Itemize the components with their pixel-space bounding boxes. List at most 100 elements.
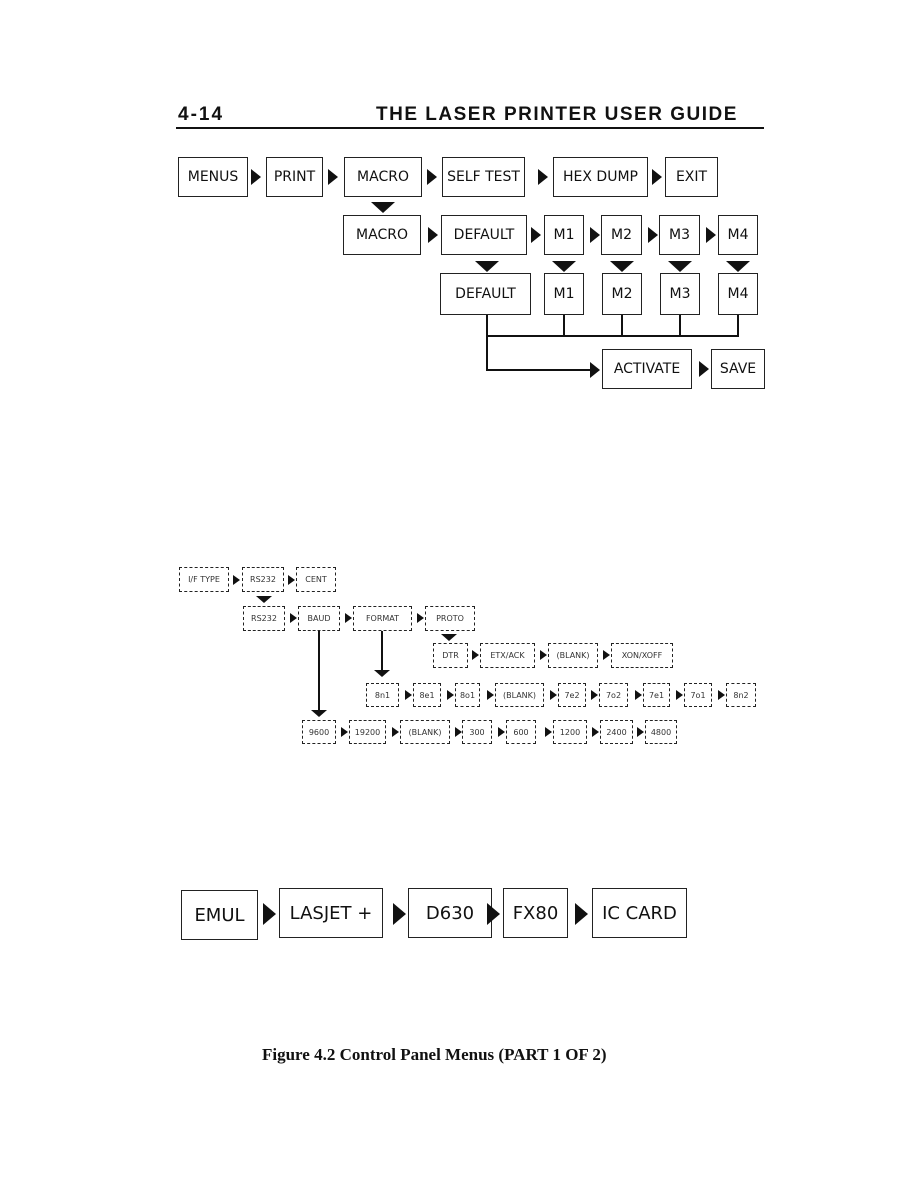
arrow-right-icon <box>328 169 338 185</box>
arrow-right-icon <box>590 227 600 243</box>
connector-line <box>381 631 383 671</box>
connector-line <box>486 315 488 370</box>
arrow-right-icon <box>575 903 588 925</box>
arrow-right-icon <box>447 690 454 700</box>
arrow-down-icon <box>374 670 390 677</box>
arrow-right-icon <box>487 903 500 925</box>
format-box-8o1: 8o1 <box>455 683 480 707</box>
menu-box-exit: EXIT <box>665 157 718 197</box>
connector-line <box>679 315 681 335</box>
format-box-7e1: 7e1 <box>643 683 670 707</box>
menu-box-print: PRINT <box>266 157 323 197</box>
arrow-right-icon <box>652 169 662 185</box>
menu-box-activate: ACTIVATE <box>602 349 692 389</box>
menu-box-default: DEFAULT <box>441 215 527 255</box>
menu-box-menus: MENUS <box>178 157 248 197</box>
arrow-right-icon <box>676 690 683 700</box>
arrow-right-icon <box>635 690 642 700</box>
arrow-right-icon <box>603 650 610 660</box>
page-number: 4-14 <box>178 104 225 125</box>
arrow-right-icon <box>591 690 598 700</box>
arrow-down-icon <box>441 634 457 641</box>
arrow-right-icon <box>540 650 547 660</box>
if-box-baud: BAUD <box>298 606 340 631</box>
menu-box-m3-activate: M3 <box>660 273 700 315</box>
format-box-7e2: 7e2 <box>558 683 586 707</box>
arrow-right-icon <box>417 613 424 623</box>
arrow-down-icon <box>256 596 272 603</box>
proto-box-blank: (BLANK) <box>548 643 598 668</box>
menu-box-macro: MACRO <box>344 157 422 197</box>
arrow-right-icon <box>699 361 709 377</box>
emul-box-d630: D630 <box>408 888 492 938</box>
arrow-right-icon <box>392 727 399 737</box>
proto-box-xon-xoff: XON/XOFF <box>611 643 673 668</box>
figure-caption: Figure 4.2 Control Panel Menus (PART 1 O… <box>262 1045 607 1064</box>
format-box-7o1: 7o1 <box>684 683 712 707</box>
connector-line <box>486 369 590 371</box>
emul-box-ic-card: IC CARD <box>592 888 687 938</box>
arrow-right-icon <box>290 613 297 623</box>
arrow-down-icon <box>610 261 634 272</box>
menu-box-m2-activate: M2 <box>602 273 642 315</box>
arrow-right-icon <box>455 727 462 737</box>
page-header-title: THE LASER PRINTER USER GUIDE <box>376 104 738 125</box>
arrow-right-icon <box>393 903 406 925</box>
emul-box-fx80: FX80 <box>503 888 568 938</box>
menu-box-m4: M4 <box>718 215 758 255</box>
menu-box-m3: M3 <box>659 215 700 255</box>
format-box-8n2: 8n2 <box>726 683 756 707</box>
connector-line <box>563 315 565 335</box>
menu-box-m1: M1 <box>544 215 584 255</box>
connector-line <box>737 315 739 335</box>
proto-box-dtr: DTR <box>433 643 468 668</box>
menu-box-m4-activate: M4 <box>718 273 758 315</box>
baud-box-1200: 1200 <box>553 720 587 744</box>
menu-box-m1-activate: M1 <box>544 273 584 315</box>
arrow-right-icon <box>706 227 716 243</box>
arrow-right-icon <box>288 575 295 585</box>
arrow-right-icon <box>538 169 548 185</box>
connector-line <box>621 315 623 335</box>
arrow-down-icon <box>726 261 750 272</box>
arrow-right-icon <box>405 690 412 700</box>
arrow-right-icon <box>718 690 725 700</box>
menu-box-save: SAVE <box>711 349 765 389</box>
menu-box-macro-sub: MACRO <box>343 215 421 255</box>
arrow-down-icon <box>552 261 576 272</box>
arrow-right-icon <box>592 727 599 737</box>
proto-box-etx-ack: ETX/ACK <box>480 643 535 668</box>
arrow-right-icon <box>531 227 541 243</box>
arrow-right-icon <box>498 727 505 737</box>
arrow-right-icon <box>345 613 352 623</box>
arrow-right-icon <box>550 690 557 700</box>
format-box-blank: (BLANK) <box>495 683 544 707</box>
arrow-right-icon <box>472 650 479 660</box>
if-box-format: FORMAT <box>353 606 412 631</box>
arrow-down-icon <box>371 202 395 213</box>
format-box-8e1: 8e1 <box>413 683 441 707</box>
arrow-right-icon <box>590 362 600 378</box>
arrow-right-icon <box>545 727 552 737</box>
if-box-rs232: RS232 <box>242 567 284 592</box>
emul-box-emul: EMUL <box>181 890 258 940</box>
menu-box-self-test: SELF TEST <box>442 157 525 197</box>
arrow-right-icon <box>263 903 276 925</box>
baud-box-2400: 2400 <box>600 720 633 744</box>
arrow-right-icon <box>251 169 261 185</box>
header-rule <box>176 127 764 129</box>
menu-box-m2: M2 <box>601 215 642 255</box>
menu-box-default-activate: DEFAULT <box>440 273 531 315</box>
baud-box-4800: 4800 <box>645 720 677 744</box>
format-box-7o2: 7o2 <box>599 683 628 707</box>
connector-line <box>318 631 320 711</box>
arrow-right-icon <box>637 727 644 737</box>
baud-box-600: 600 <box>506 720 536 744</box>
baud-box-300: 300 <box>462 720 492 744</box>
arrow-right-icon <box>233 575 240 585</box>
arrow-right-icon <box>648 227 658 243</box>
arrow-down-icon <box>475 261 499 272</box>
if-box-cent: CENT <box>296 567 336 592</box>
if-box-proto: PROTO <box>425 606 475 631</box>
menu-box-hex-dump: HEX DUMP <box>553 157 648 197</box>
